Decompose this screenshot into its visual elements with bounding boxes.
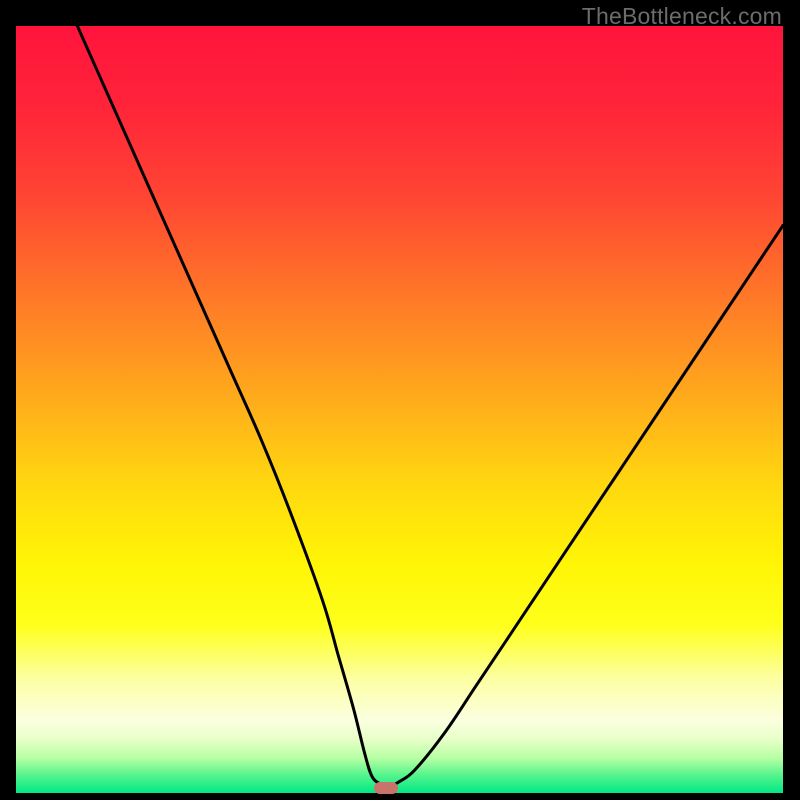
chart-plot-area xyxy=(16,26,783,793)
bottleneck-curve xyxy=(16,26,783,793)
optimal-point-marker xyxy=(374,782,398,794)
